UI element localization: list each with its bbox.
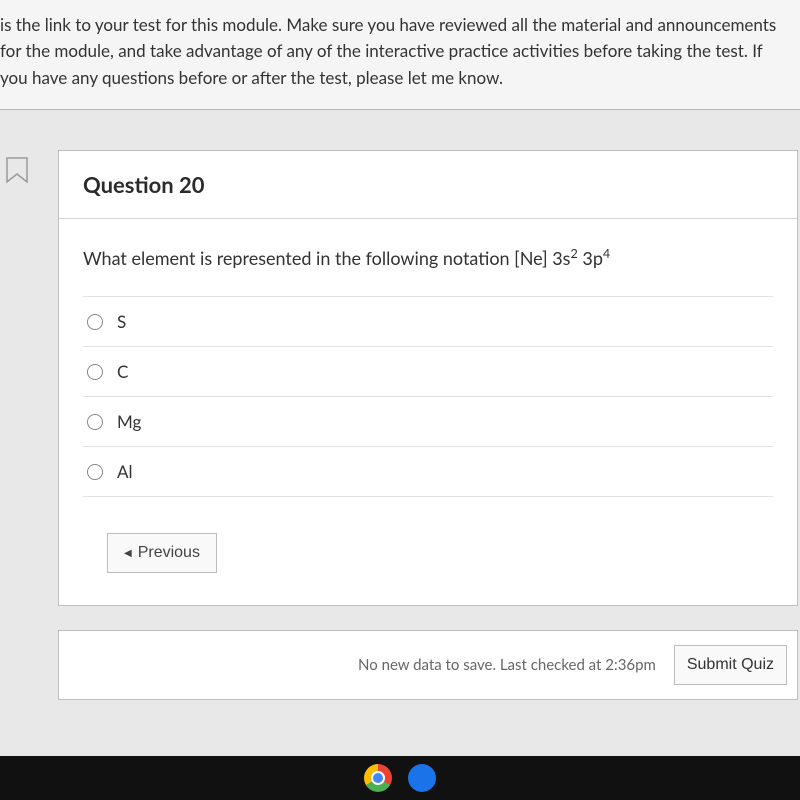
chrome-icon[interactable]	[364, 764, 392, 792]
answer-options: S C Mg Al	[83, 296, 773, 497]
option-al[interactable]: Al	[83, 447, 773, 497]
caret-left-icon: ◀	[124, 548, 132, 559]
radio-icon	[87, 464, 103, 480]
autosave-status: No new data to save. Last checked at 2:3…	[358, 656, 656, 674]
nav-row: ◀ Previous	[83, 497, 773, 599]
prompt-sup-1: 2	[570, 246, 577, 261]
radio-icon	[87, 314, 103, 330]
previous-label: Previous	[138, 544, 200, 562]
option-label: Mg	[117, 411, 141, 432]
question-prompt: What element is represented in the follo…	[83, 245, 773, 272]
submit-quiz-button[interactable]: Submit Quiz	[674, 645, 787, 685]
prompt-sup-2: 4	[603, 246, 610, 261]
taskbar	[0, 756, 800, 800]
main-content: Question 20 What element is represented …	[0, 110, 800, 700]
option-label: Al	[117, 461, 133, 482]
question-number: Question 20	[83, 171, 773, 198]
footer-bar: No new data to save. Last checked at 2:3…	[58, 630, 798, 700]
bookmark-icon[interactable]	[4, 156, 30, 186]
option-mg[interactable]: Mg	[83, 397, 773, 447]
option-c[interactable]: C	[83, 347, 773, 397]
option-label: S	[117, 311, 126, 332]
prompt-text-mid: 3p	[578, 247, 603, 269]
previous-button[interactable]: ◀ Previous	[107, 533, 217, 573]
radio-icon	[87, 414, 103, 430]
files-icon[interactable]	[408, 764, 436, 792]
radio-icon	[87, 364, 103, 380]
test-instructions: is the link to your test for this module…	[0, 0, 800, 110]
question-header: Question 20	[59, 151, 797, 219]
question-body: What element is represented in the follo…	[59, 219, 797, 605]
option-s[interactable]: S	[83, 297, 773, 347]
prompt-text-prefix: What element is represented in the follo…	[83, 247, 570, 269]
option-label: C	[117, 361, 128, 382]
question-card: Question 20 What element is represented …	[58, 150, 798, 606]
